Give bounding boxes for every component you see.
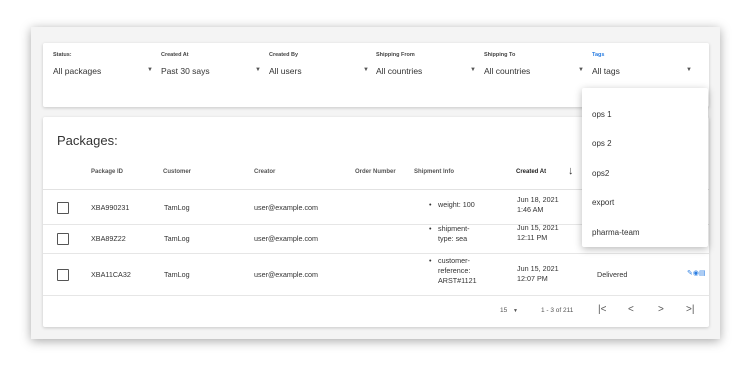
created-time: 12:07 PM: [517, 274, 548, 283]
customer: TamLog: [164, 203, 190, 212]
first-page-button[interactable]: |<: [598, 304, 606, 315]
created-by-filter-value: All users: [269, 66, 302, 76]
tags-dropdown-menu: ops 1 ops 2 ops2 export pharma-team: [582, 88, 708, 247]
package-id[interactable]: XBA990231: [91, 203, 129, 213]
row-checkbox[interactable]: [57, 269, 69, 281]
status-filter[interactable]: Status: All packages ▼: [53, 52, 153, 76]
column-header-package-id[interactable]: Package ID: [91, 169, 123, 175]
status-filter-select[interactable]: All packages ▼: [53, 66, 153, 76]
creator: user@example.com: [254, 270, 319, 279]
shipment-info: customer-reference:ARST#1121: [429, 256, 477, 286]
next-page-button[interactable]: >: [658, 304, 664, 315]
column-header-customer[interactable]: Customer: [163, 169, 191, 175]
pagination-range: 1 - 3 of 211: [541, 307, 574, 314]
shipping-from-filter-select[interactable]: All countries ▼: [376, 66, 476, 76]
shipment-info-item: shipment-type: sea: [429, 224, 470, 244]
shipment-info-item: customer-reference:ARST#1121: [429, 256, 477, 286]
shipment-info-line: customer-: [438, 256, 470, 265]
created-at-filter[interactable]: Created At Past 30 says ▼: [161, 52, 261, 76]
shipment-info: weight: 100: [429, 200, 475, 210]
created-by-filter-label: Created By: [269, 52, 299, 58]
menu-item-tag[interactable]: ops 2: [592, 139, 612, 148]
created-at-filter-label: Created At: [161, 52, 189, 58]
menu-item-tag[interactable]: export: [592, 198, 614, 207]
shipment-info-line: type: sea: [438, 234, 468, 243]
created-time: 1:46 AM: [517, 205, 544, 214]
package-id[interactable]: XBA11CA32: [91, 270, 131, 280]
shipment-info-line: ARST#1121: [438, 276, 477, 285]
created-by-filter[interactable]: Created By All users ▼: [269, 52, 369, 76]
row-actions[interactable]: ✎◉▤: [687, 269, 706, 277]
shipment-info: shipment-type: sea: [429, 224, 470, 244]
menu-item-tag[interactable]: pharma-team: [592, 228, 640, 237]
created-date: Jun 18, 2021: [517, 195, 559, 204]
shipping-to-filter-label: Shipping To: [484, 52, 516, 58]
chevron-down-icon: ▼: [470, 67, 476, 73]
page-size-value: 15: [500, 307, 508, 314]
chevron-down-icon: ▼: [578, 67, 584, 73]
page-size-select[interactable]: 15 ▼: [500, 307, 518, 314]
created-at: Jun 15, 2021 12:07 PM: [517, 264, 559, 284]
created-time: 12:11 PM: [517, 233, 548, 242]
shipping-to-filter-select[interactable]: All countries ▼: [484, 66, 584, 76]
shipment-info-item: weight: 100: [429, 200, 475, 210]
table-row[interactable]: XBA11CA32 TamLog user@example.com custom…: [43, 254, 709, 295]
status-filter-label: Status:: [53, 52, 72, 58]
column-header-creator[interactable]: Creator: [254, 169, 275, 175]
tags-filter-label: Tags: [592, 52, 605, 58]
last-page-button[interactable]: >|: [686, 304, 694, 315]
tags-filter-value: All tags: [592, 66, 620, 76]
chevron-down-icon: ▼: [363, 67, 369, 73]
shipment-info-line: reference:: [438, 266, 471, 275]
created-by-filter-select[interactable]: All users ▼: [269, 66, 369, 76]
row-checkbox[interactable]: [57, 202, 69, 214]
status-badge: Delivered: [597, 270, 628, 279]
footer-divider: [43, 295, 709, 296]
created-at: Jun 18, 2021 1:46 AM: [517, 195, 559, 215]
row-checkbox[interactable]: [57, 233, 69, 245]
shipment-info-line: shipment-: [438, 224, 470, 233]
shipping-to-filter-value: All countries: [484, 66, 531, 76]
status-filter-value: All packages: [53, 66, 102, 76]
sort-descending-icon[interactable]: ↓: [568, 165, 574, 177]
previous-page-button[interactable]: <: [628, 304, 634, 315]
package-id[interactable]: XBA89Z22: [91, 234, 126, 244]
page-title: Packages:: [57, 133, 118, 148]
column-header-shipment-info[interactable]: Shipment Info: [414, 169, 454, 175]
tags-filter[interactable]: Tags All tags ▼: [592, 52, 692, 76]
shipping-from-filter-label: Shipping From: [376, 52, 415, 58]
creator: user@example.com: [254, 203, 319, 212]
created-at-filter-select[interactable]: Past 30 says ▼: [161, 66, 261, 76]
created-date: Jun 15, 2021: [517, 264, 559, 273]
created-at: Jun 15, 2021 12:11 PM: [517, 223, 559, 243]
customer: TamLog: [164, 234, 190, 243]
tags-filter-select[interactable]: All tags ▼: [592, 66, 692, 76]
document-icon[interactable]: ▤: [699, 270, 706, 277]
chevron-down-icon: ▼: [147, 67, 153, 73]
shipping-to-filter[interactable]: Shipping To All countries ▼: [484, 52, 584, 76]
chevron-down-icon: ▼: [255, 67, 261, 73]
shipping-from-filter-value: All countries: [376, 66, 423, 76]
chevron-down-icon: ▼: [686, 67, 692, 73]
creator: user@example.com: [254, 234, 319, 243]
created-date: Jun 15, 2021: [517, 223, 559, 232]
menu-item-tag[interactable]: ops 1: [592, 110, 612, 119]
chevron-down-icon: ▼: [513, 308, 518, 314]
customer: TamLog: [164, 270, 190, 279]
menu-item-tag[interactable]: ops2: [592, 169, 609, 178]
created-at-filter-value: Past 30 says: [161, 66, 210, 76]
column-header-created-at[interactable]: Created At: [516, 169, 546, 175]
column-header-order-number[interactable]: Order Number: [355, 169, 396, 175]
shipping-from-filter[interactable]: Shipping From All countries ▼: [376, 52, 476, 76]
